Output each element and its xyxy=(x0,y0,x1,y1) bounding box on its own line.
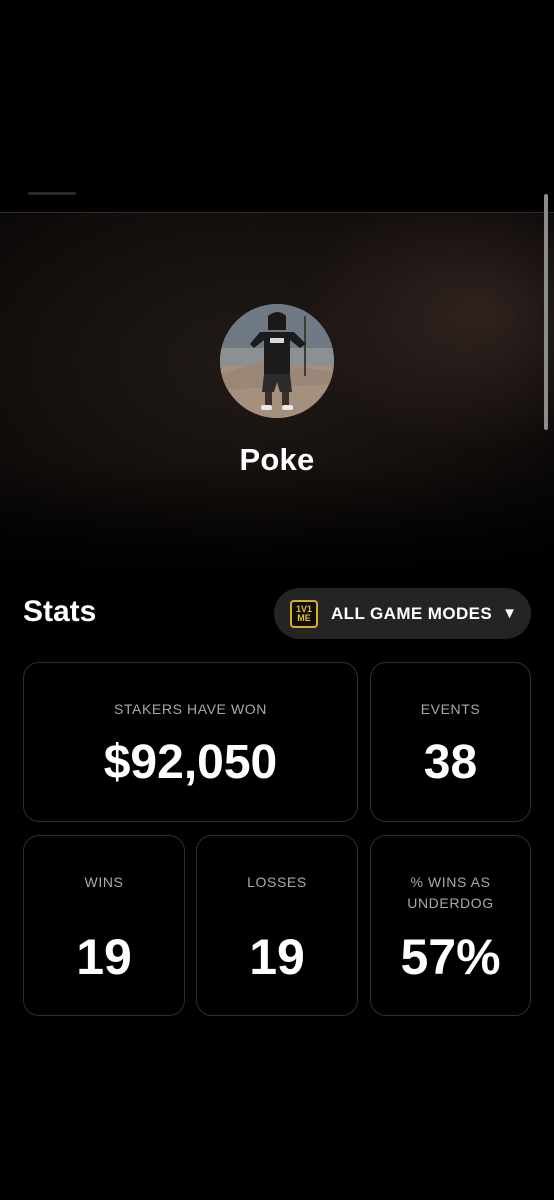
profile-name: Poke xyxy=(239,442,315,477)
avatar[interactable] xyxy=(220,304,334,418)
stat-card-wins: WINS 19 xyxy=(23,835,185,1016)
header-divider xyxy=(0,212,554,213)
stat-card-stakers-won: STAKERS HAVE WON $92,050 xyxy=(23,662,358,822)
profile-page: Poke Stats 1V1 ME ALL GAME MODES ▼ STAKE… xyxy=(0,0,554,1200)
caret-down-icon: ▼ xyxy=(502,605,517,622)
stat-label: LOSSES xyxy=(247,874,307,890)
game-mode-dropdown[interactable]: 1V1 ME ALL GAME MODES ▼ xyxy=(274,588,531,639)
stat-card-losses: LOSSES 19 xyxy=(196,835,358,1016)
stat-label: STAKERS HAVE WON xyxy=(114,701,267,717)
stat-label: WINS xyxy=(84,874,124,890)
stats-heading: Stats xyxy=(23,595,97,628)
scrollbar[interactable] xyxy=(544,194,548,430)
stat-value: 19 xyxy=(76,929,132,985)
game-mode-label: ALL GAME MODES xyxy=(331,603,493,623)
stat-label: % WINS AS UNDERDOG xyxy=(407,874,494,911)
stat-card-underdog-wins: % WINS AS UNDERDOG 57% xyxy=(370,835,531,1016)
top-bar xyxy=(0,0,554,212)
avatar-photo xyxy=(220,304,334,418)
tab-indicator[interactable] xyxy=(28,192,76,195)
stat-value: 19 xyxy=(249,929,305,985)
stat-card-events: EVENTS 38 xyxy=(370,662,531,822)
1v1me-logo-icon: 1V1 ME xyxy=(290,599,318,628)
stat-value: 38 xyxy=(423,736,478,789)
stat-value: 57% xyxy=(400,929,501,985)
stat-value: $92,050 xyxy=(103,736,278,789)
stat-label: EVENTS xyxy=(420,701,481,717)
